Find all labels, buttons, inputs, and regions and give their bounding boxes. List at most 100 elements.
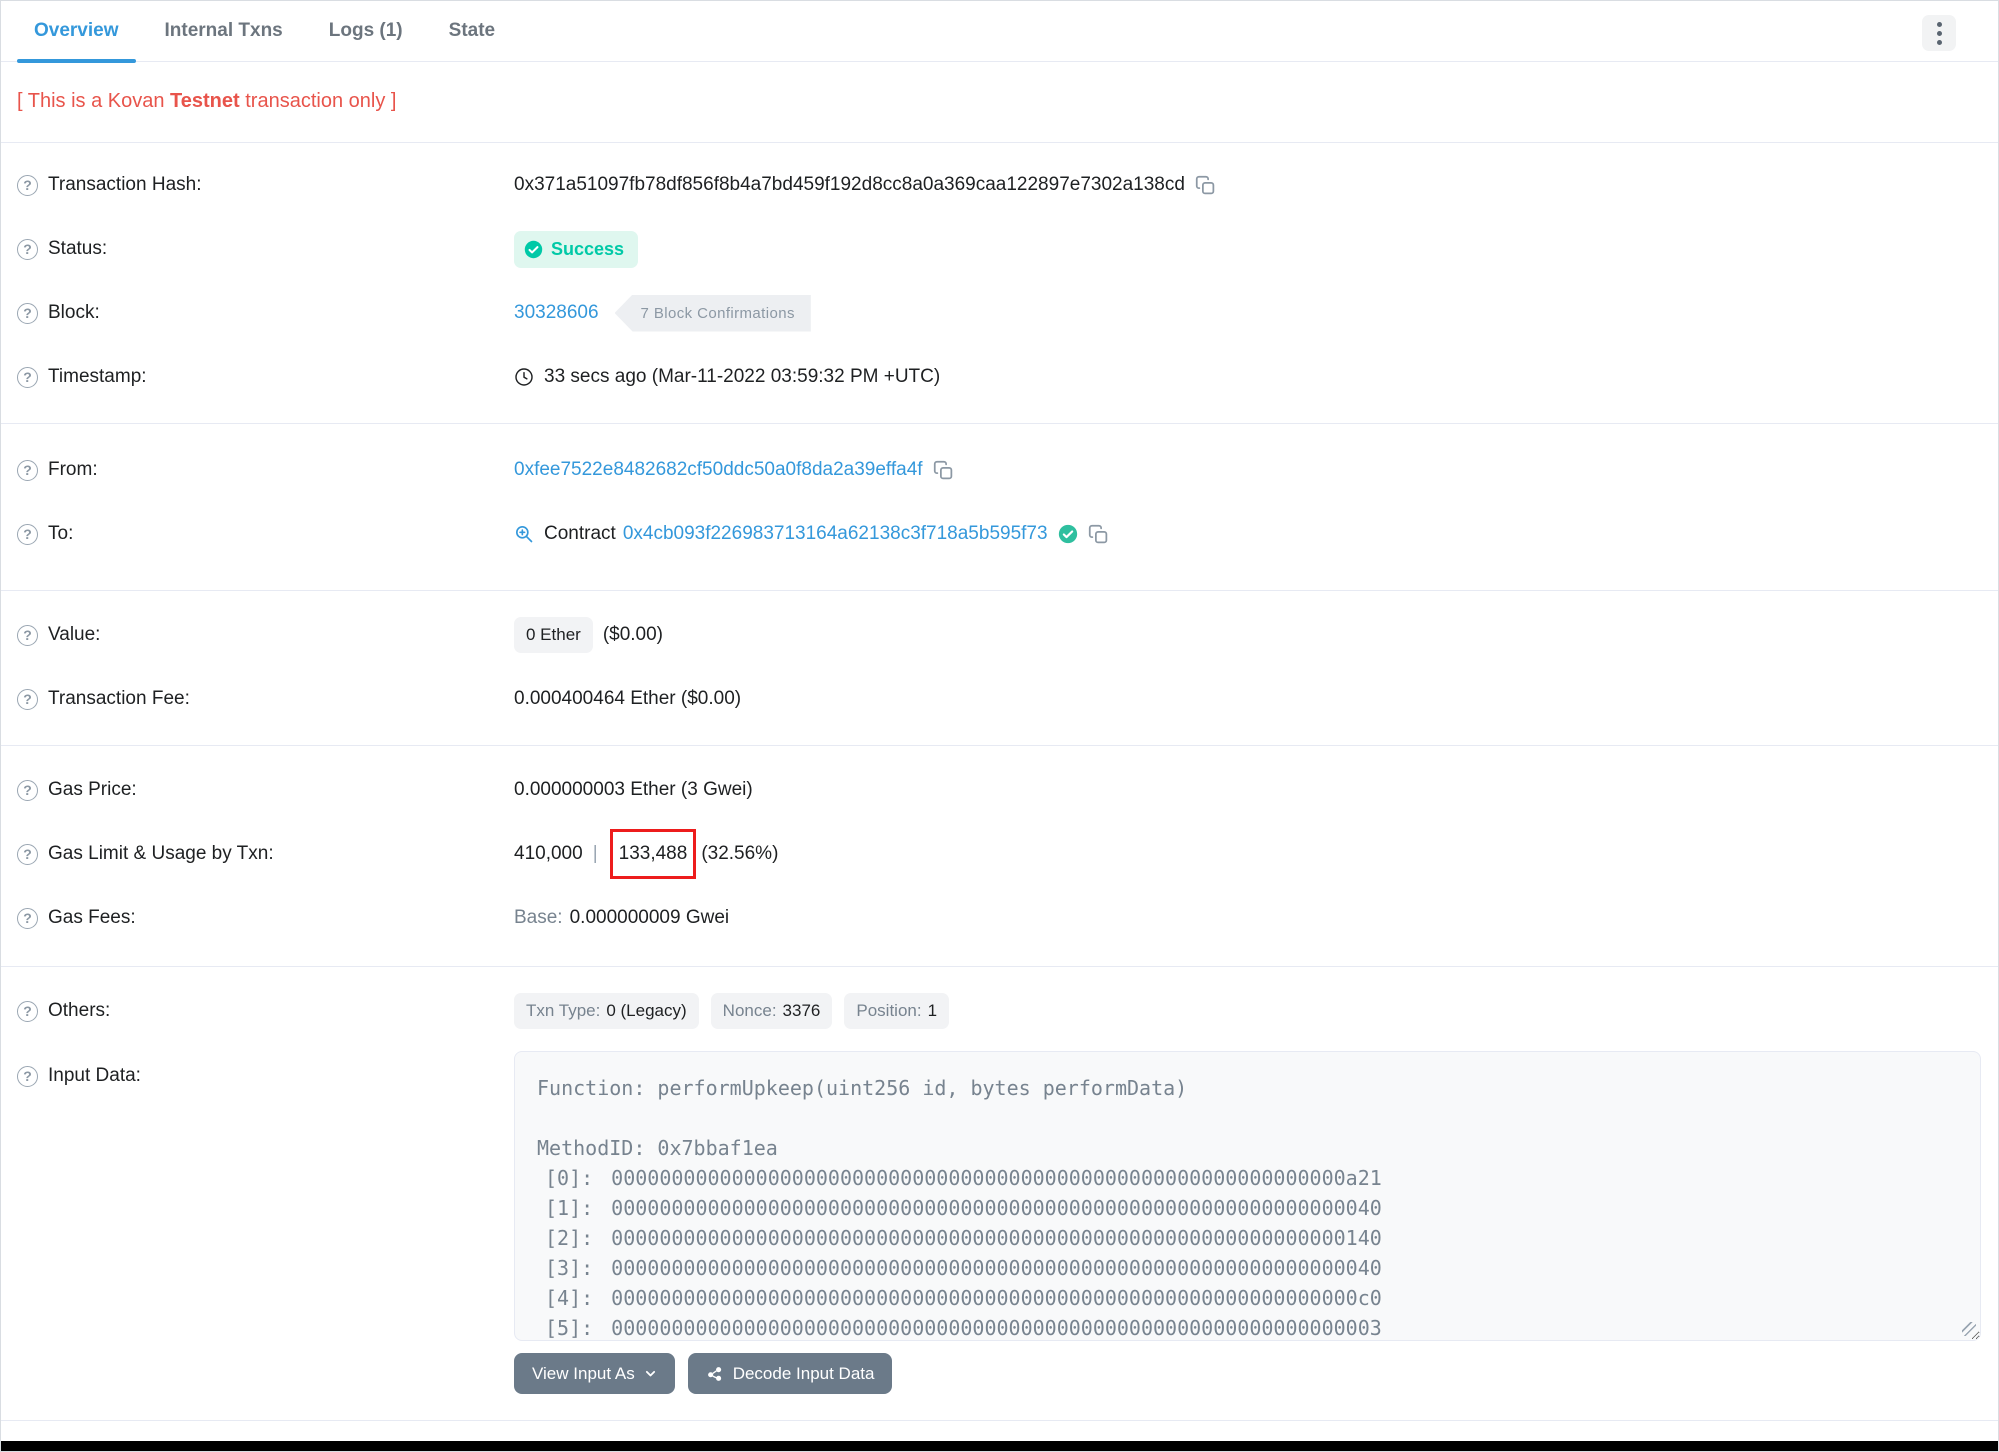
tab-internal-txns[interactable]: Internal Txns [142,1,306,62]
nonce-label: Nonce: [722,1001,777,1020]
timestamp-row: ? Timestamp: 33 secs ago (Mar-11-2022 03… [1,345,1998,409]
others-label: Others: [48,1000,111,1021]
transaction-fee-row: ? Transaction Fee: 0.000400464 Ether ($0… [1,667,1998,731]
word-hex: 0000000000000000000000000000000000000000… [611,1196,1382,1220]
block-row: ? Block: 30328606 7 Block Confirmations [1,281,1998,345]
value-badge: 0 Ether [514,617,593,653]
word-index: [0]: [545,1166,594,1190]
word-index: [5]: [545,1316,594,1340]
word-hex: 0000000000000000000000000000000000000000… [611,1226,1382,1250]
status-label: Status: [48,238,108,259]
gas-fees-label: Gas Fees: [48,907,136,928]
verified-check-icon [1058,524,1078,544]
position-value: 1 [927,1001,938,1020]
transaction-fee-value: 0.000400464 Ether ($0.00) [514,688,742,709]
timestamp-label: Timestamp: [48,366,147,387]
input-word-row: [5]: 000000000000000000000000000000000000… [537,1313,1958,1340]
gas-used-highlight-box: 133,488 [609,829,697,879]
gas-limit-value: 410,000 [514,843,583,864]
transaction-detail-page: Overview Internal Txns Logs (1) State [ … [0,0,1999,1452]
transaction-hash-value: 0x371a51097fb78df856f8b4a7bd459f192d8cc8… [514,174,1185,195]
from-row: ? From: 0xfee7522e8482682cf50ddc50a0f8da… [1,438,1998,502]
nonce-value: 3376 [782,1001,821,1020]
more-options-button[interactable] [1922,15,1956,51]
others-row: ? Others: Txn Type: 0 (Legacy) Nonce: 33… [1,979,1998,1043]
tab-logs[interactable]: Logs (1) [306,1,426,62]
status-value: Success [551,238,625,259]
copy-icon[interactable] [1195,175,1216,196]
word-hex: 0000000000000000000000000000000000000000… [611,1166,1382,1190]
zoom-in-icon[interactable] [514,524,534,544]
testnet-notice-section: [ This is a Kovan Testnet transaction on… [1,62,1998,143]
help-icon[interactable]: ? [17,624,38,646]
gas-limit-usage-row: ? Gas Limit & Usage by Txn: 410,000 | 13… [1,822,1998,886]
testnet-notice: [ This is a Kovan Testnet transaction on… [1,62,1998,142]
decode-input-data-button[interactable]: Decode Input Data [687,1353,893,1394]
input-data-row: ? Input Data: Function: performUpkeep(ui… [1,1051,1998,1341]
copy-icon[interactable] [933,460,954,481]
transaction-hash-row: ? Transaction Hash: 0x371a51097fb78df856… [1,153,1998,217]
kebab-dot [1936,39,1942,45]
help-icon[interactable]: ? [17,366,38,388]
help-icon[interactable]: ? [17,843,38,865]
help-icon[interactable]: ? [17,907,38,929]
help-icon[interactable]: ? [17,779,38,801]
notice-text: transaction only ] [239,90,397,112]
value-label: Value: [48,624,101,645]
copy-icon[interactable] [1088,524,1109,545]
transaction-fee-label: Transaction Fee: [48,688,190,709]
gas-fees-row: ? Gas Fees: Base: 0.000000009 Gwei [1,886,1998,950]
to-address-link[interactable]: 0x4cb093f226983713164a62138c3f718a5b595f… [623,523,1048,545]
transaction-hash-label: Transaction Hash: [48,174,202,195]
help-icon[interactable]: ? [17,174,38,196]
help-icon[interactable]: ? [17,688,38,710]
value-row: ? Value: 0 Ether ($0.00) [1,603,1998,667]
help-icon[interactable]: ? [17,459,38,481]
timestamp-value: 33 secs ago (Mar-11-2022 03:59:32 PM +UT… [544,366,941,387]
help-icon[interactable]: ? [17,302,38,324]
input-word-row: [0]: 000000000000000000000000000000000000… [537,1163,1958,1193]
others-input-section: ? Others: Txn Type: 0 (Legacy) Nonce: 33… [1,967,1998,1421]
block-number-link[interactable]: 30328606 [514,302,599,324]
status-badge: Success [514,230,639,268]
gas-used-percent: (32.56%) [701,843,779,864]
chevron-down-icon [644,1367,657,1380]
input-data-textarea[interactable]: Function: performUpkeep(uint256 id, byte… [514,1051,1981,1341]
value-usd: ($0.00) [602,624,664,645]
word-index: [4]: [545,1286,594,1310]
window-bottom-edge [1,1441,1998,1451]
block-confirmations-badge: 7 Block Confirmations [614,294,811,332]
summary-section: ? Transaction Hash: 0x371a51097fb78df856… [1,143,1998,424]
from-address-link[interactable]: 0xfee7522e8482682cf50ddc50a0f8da2a39effa… [514,459,923,481]
view-input-as-button[interactable]: View Input As [514,1353,675,1394]
input-word-row: [3]: 000000000000000000000000000000000000… [537,1253,1958,1283]
to-label: To: [48,523,74,544]
position-badge: Position: 1 [844,993,950,1029]
help-icon[interactable]: ? [17,523,38,545]
to-contract-prefix: Contract [544,523,616,544]
gas-price-row: ? Gas Price: 0.000000003 Ether (3 Gwei) [1,758,1998,822]
input-data-label: Input Data: [48,1065,141,1086]
tab-bar: Overview Internal Txns Logs (1) State [1,1,1998,63]
input-word-row: [4]: 000000000000000000000000000000000000… [537,1283,1958,1313]
clock-icon [514,367,534,387]
input-method-id: MethodID: 0x7bbaf1ea [537,1136,778,1160]
kebab-dot [1936,21,1942,27]
resize-handle[interactable] [1962,1322,1976,1336]
word-hex: 0000000000000000000000000000000000000000… [611,1316,1382,1340]
input-word-row: [2]: 000000000000000000000000000000000000… [537,1223,1958,1253]
block-label: Block: [48,302,100,323]
help-icon[interactable]: ? [17,1000,38,1022]
from-label: From: [48,459,98,480]
help-icon[interactable]: ? [17,238,38,260]
txn-type-label: Txn Type: [526,1001,601,1020]
word-index: [2]: [545,1226,594,1250]
gas-fees-base-label: Base: [514,907,563,928]
input-word-row: [1]: 000000000000000000000000000000000000… [537,1193,1958,1223]
gas-price-value: 0.000000003 Ether (3 Gwei) [514,779,753,800]
txn-type-value: 0 (Legacy) [606,1001,687,1020]
help-icon[interactable]: ? [17,1065,38,1087]
to-row: ? To: Contract 0x4cb093f226983713164a621… [1,502,1998,566]
tab-state[interactable]: State [426,1,518,62]
tab-overview[interactable]: Overview [11,1,142,63]
